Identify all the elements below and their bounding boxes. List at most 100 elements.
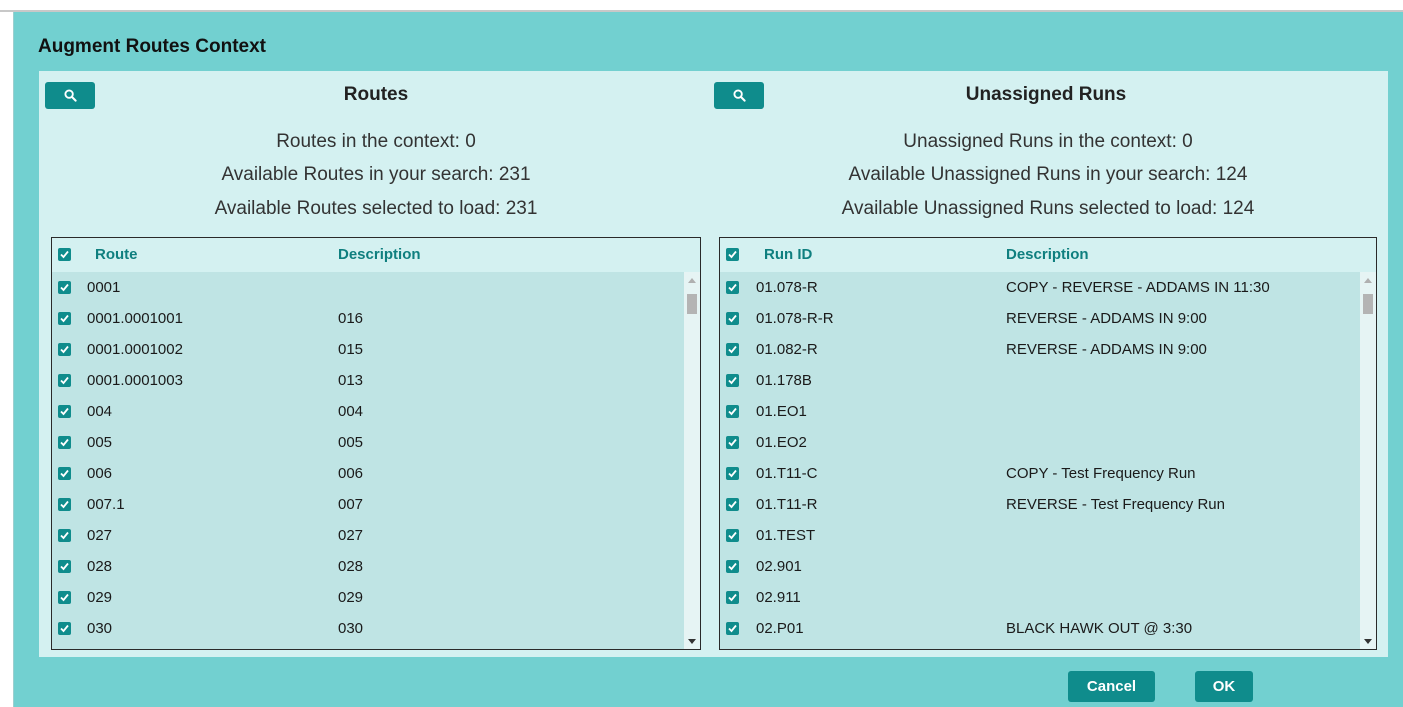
route-row[interactable]: 006 006: [52, 458, 684, 489]
ok-button[interactable]: OK: [1195, 671, 1253, 702]
route-description-cell: 013: [338, 372, 364, 389]
runs-stat-available: Available Unassigned Runs in your search…: [848, 164, 1248, 185]
route-row-checkbox[interactable]: [58, 374, 71, 387]
routes-stat-selected: Available Routes selected to load: 231: [214, 198, 538, 219]
routes-scroll-thumb[interactable]: [687, 294, 697, 314]
checkbox-checked-icon: [728, 562, 737, 571]
routes-panel-title: Routes: [343, 84, 409, 105]
checkbox-checked-icon: [60, 624, 69, 633]
select-all-routes-checkbox[interactable]: [58, 248, 71, 261]
checkbox-checked-icon: [60, 345, 69, 354]
route-row-checkbox[interactable]: [58, 343, 71, 356]
run-row-checkbox[interactable]: [726, 343, 739, 356]
run-id-cell: 01.TEST: [756, 527, 816, 544]
runs-scroll-thumb[interactable]: [1363, 294, 1373, 314]
route-row[interactable]: 0001: [52, 272, 684, 303]
checkbox-checked-icon: [60, 407, 69, 416]
run-id-cell: 02.P01: [756, 620, 804, 637]
route-row-checkbox[interactable]: [58, 498, 71, 511]
route-id-cell: 027: [87, 527, 113, 544]
route-row-checkbox[interactable]: [58, 467, 71, 480]
route-row-checkbox[interactable]: [58, 560, 71, 573]
checkbox-checked-icon: [728, 376, 737, 385]
run-row[interactable]: 01.078-R COPY - REVERSE - ADDAMS IN 11:30: [720, 272, 1360, 303]
run-description-cell: REVERSE - ADDAMS IN 9:00: [1006, 341, 1207, 358]
route-row[interactable]: 030 030: [52, 613, 684, 644]
route-id-cell: 0001.0001002: [87, 341, 183, 358]
checkbox-checked-icon: [728, 250, 737, 259]
run-row[interactable]: 02.911: [720, 582, 1360, 613]
scroll-down-arrow-icon[interactable]: [1360, 633, 1376, 649]
route-row-checkbox[interactable]: [58, 529, 71, 542]
route-row[interactable]: 005 005: [52, 427, 684, 458]
route-description-cell: 005: [338, 434, 364, 451]
route-id-cell: 030: [87, 620, 113, 637]
search-icon: [63, 89, 77, 102]
run-id-cell: 01.082-R: [756, 341, 818, 358]
route-row-checkbox[interactable]: [58, 622, 71, 635]
checkbox-checked-icon: [728, 624, 737, 633]
route-row-checkbox[interactable]: [58, 591, 71, 604]
scroll-down-arrow-icon[interactable]: [684, 633, 700, 649]
run-id-column-header[interactable]: Run ID: [764, 246, 812, 263]
window-top-strip: [0, 0, 1403, 10]
checkbox-checked-icon: [60, 562, 69, 571]
runs-search-button[interactable]: [714, 82, 764, 109]
run-description-column-header[interactable]: Description: [1006, 246, 1089, 263]
run-row-checkbox[interactable]: [726, 529, 739, 542]
route-id-cell: 006: [87, 465, 113, 482]
run-row-checkbox[interactable]: [726, 374, 739, 387]
run-row[interactable]: 01.178B: [720, 365, 1360, 396]
run-row-checkbox[interactable]: [726, 591, 739, 604]
run-row-checkbox[interactable]: [726, 405, 739, 418]
route-row[interactable]: 027 027: [52, 520, 684, 551]
run-row[interactable]: 01.T11-R REVERSE - Test Frequency Run: [720, 489, 1360, 520]
route-row[interactable]: 0001.0001003 013: [52, 365, 684, 396]
run-row[interactable]: 01.EO1: [720, 396, 1360, 427]
run-row-checkbox[interactable]: [726, 467, 739, 480]
scroll-up-arrow-icon[interactable]: [1360, 272, 1376, 288]
select-all-runs-checkbox[interactable]: [726, 248, 739, 261]
cancel-button[interactable]: Cancel: [1068, 671, 1155, 702]
route-row[interactable]: 029 029: [52, 582, 684, 613]
run-description-cell: REVERSE - ADDAMS IN 9:00: [1006, 310, 1207, 327]
route-row-checkbox[interactable]: [58, 312, 71, 325]
route-id-cell: 028: [87, 558, 113, 575]
routes-stat-available: Available Routes in your search: 231: [221, 164, 531, 185]
run-row-checkbox[interactable]: [726, 560, 739, 573]
checkbox-checked-icon: [728, 345, 737, 354]
route-row[interactable]: 028 028: [52, 551, 684, 582]
run-id-cell: 01.T11-C: [756, 465, 818, 482]
route-description-cell: 029: [338, 589, 364, 606]
routes-search-button[interactable]: [45, 82, 95, 109]
run-row-checkbox[interactable]: [726, 436, 739, 449]
runs-scrollbar[interactable]: [1360, 272, 1376, 649]
run-row[interactable]: 02.901: [720, 551, 1360, 582]
route-row[interactable]: 007.1 007: [52, 489, 684, 520]
run-row[interactable]: 01.EO2: [720, 427, 1360, 458]
checkbox-checked-icon: [60, 469, 69, 478]
run-row-checkbox[interactable]: [726, 281, 739, 294]
run-row[interactable]: 01.T11-C COPY - Test Frequency Run: [720, 458, 1360, 489]
route-id-cell: 005: [87, 434, 113, 451]
route-id-cell: 0001.0001001: [87, 310, 183, 327]
route-description-column-header[interactable]: Description: [338, 246, 421, 263]
checkbox-checked-icon: [60, 376, 69, 385]
run-description-cell: COPY - Test Frequency Run: [1006, 465, 1196, 482]
run-row-checkbox[interactable]: [726, 312, 739, 325]
route-row-checkbox[interactable]: [58, 281, 71, 294]
run-row-checkbox[interactable]: [726, 498, 739, 511]
run-row-checkbox[interactable]: [726, 622, 739, 635]
route-row[interactable]: 0001.0001002 015: [52, 334, 684, 365]
route-row-checkbox[interactable]: [58, 436, 71, 449]
route-column-header[interactable]: Route: [95, 246, 138, 263]
run-row[interactable]: 01.078-R-R REVERSE - ADDAMS IN 9:00: [720, 303, 1360, 334]
scroll-up-arrow-icon[interactable]: [684, 272, 700, 288]
run-row[interactable]: 01.082-R REVERSE - ADDAMS IN 9:00: [720, 334, 1360, 365]
run-row[interactable]: 01.TEST: [720, 520, 1360, 551]
run-row[interactable]: 02.P01 BLACK HAWK OUT @ 3:30: [720, 613, 1360, 644]
route-row[interactable]: 0001.0001001 016: [52, 303, 684, 334]
route-row-checkbox[interactable]: [58, 405, 71, 418]
route-row[interactable]: 004 004: [52, 396, 684, 427]
routes-scrollbar[interactable]: [684, 272, 700, 649]
